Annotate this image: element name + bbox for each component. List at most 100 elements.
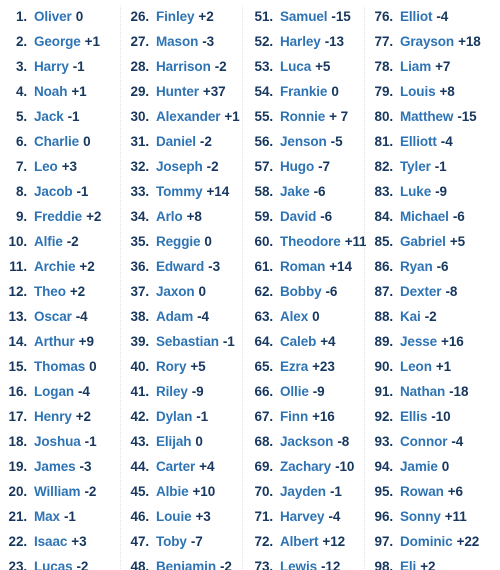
rank-name-link[interactable]: Thomas <box>34 354 85 379</box>
rank-name-link[interactable]: Lewis <box>280 554 317 570</box>
rank-name-link[interactable]: Noah <box>34 79 67 104</box>
rank-name-link[interactable]: Louis <box>400 79 436 104</box>
rank-name-link[interactable]: Riley <box>156 379 188 404</box>
rank-name-link[interactable]: Max <box>34 504 60 529</box>
rank-name-link[interactable]: Sonny <box>400 504 441 529</box>
rank-name-link[interactable]: Lucas <box>34 554 73 570</box>
rank-name-link[interactable]: Jackson <box>280 429 333 454</box>
rank-name-link[interactable]: Theo <box>34 279 66 304</box>
rank-name-link[interactable]: Joseph <box>156 154 203 179</box>
rank-name-link[interactable]: Reggie <box>156 229 201 254</box>
rank-name-link[interactable]: Ryan <box>400 254 433 279</box>
rank-name-link[interactable]: Michael <box>400 204 449 229</box>
rank-name-link[interactable]: Ellis <box>400 404 427 429</box>
rank-name-link[interactable]: Jaxon <box>156 279 195 304</box>
rank-name-link[interactable]: Isaac <box>34 529 67 554</box>
rank-name-link[interactable]: Rory <box>156 354 186 379</box>
rank-name-link[interactable]: Alex <box>280 304 308 329</box>
rank-name-link[interactable]: Elliot <box>400 4 433 29</box>
list-item: 16. Logan -4 <box>0 379 122 404</box>
rank-name-link[interactable]: Adam <box>156 304 193 329</box>
rank-name-link[interactable]: Nathan <box>400 379 445 404</box>
rank-name-link[interactable]: Ollie <box>280 379 309 404</box>
rank-name-link[interactable]: Mason <box>156 29 198 54</box>
rank-name-link[interactable]: Logan <box>34 379 74 404</box>
rank-name-link[interactable]: Arthur <box>34 329 75 354</box>
rank-delta: +37 <box>202 84 226 99</box>
rank-name-link[interactable]: Liam <box>400 54 431 79</box>
rank-name-link[interactable]: Dexter <box>400 279 442 304</box>
rank-name-link[interactable]: James <box>34 454 76 479</box>
rank-name-link[interactable]: Luca <box>280 54 311 79</box>
rank-name-link[interactable]: Elliott <box>400 129 437 154</box>
rank-name-link[interactable]: Arlo <box>156 204 183 229</box>
rank-name-link[interactable]: Ezra <box>280 354 308 379</box>
rank-name-link[interactable]: Archie <box>34 254 76 279</box>
rank-name-link[interactable]: Jamie <box>400 454 438 479</box>
rank-name-link[interactable]: Henry <box>34 404 72 429</box>
rank-name-link[interactable]: Eli <box>400 554 416 570</box>
rank-name-link[interactable]: Harry <box>34 54 69 79</box>
rank-name-link[interactable]: Hugo <box>280 154 314 179</box>
rank-delta: 0 <box>441 459 450 474</box>
rank-name-link[interactable]: Gabriel <box>400 229 446 254</box>
rank-name-link[interactable]: Frankie <box>280 79 327 104</box>
rank-name-link[interactable]: Albert <box>280 529 319 554</box>
rank-name-link[interactable]: Sebastian <box>156 329 219 354</box>
rank-name-link[interactable]: Elijah <box>156 429 192 454</box>
rank-name-link[interactable]: Alexander <box>156 104 220 129</box>
rank-name-link[interactable]: Benjamin <box>156 554 216 570</box>
rank-name-link[interactable]: Luke <box>400 179 431 204</box>
rank-name-link[interactable]: Harrison <box>156 54 211 79</box>
rank-name-link[interactable]: Finn <box>280 404 308 429</box>
rank-number: 58. <box>254 184 274 199</box>
rank-name-link[interactable]: Tyler <box>400 154 431 179</box>
rank-name-link[interactable]: Daniel <box>156 129 196 154</box>
rank-name-link[interactable]: Theodore <box>280 229 341 254</box>
rank-name-link[interactable]: Leo <box>34 154 58 179</box>
rank-name-link[interactable]: Matthew <box>400 104 453 129</box>
rank-name-link[interactable]: Jesse <box>400 329 437 354</box>
rank-name-link[interactable]: Connor <box>400 429 447 454</box>
rank-number: 29. <box>130 84 150 99</box>
rank-name-link[interactable]: Toby <box>156 529 187 554</box>
rank-name-link[interactable]: Charlie <box>34 129 79 154</box>
rank-name-link[interactable]: Zachary <box>280 454 331 479</box>
rank-name-link[interactable]: Jacob <box>34 179 73 204</box>
rank-delta: +8 <box>186 209 202 224</box>
rank-name-link[interactable]: Jake <box>280 179 310 204</box>
rank-name-link[interactable]: George <box>34 29 81 54</box>
rank-name-link[interactable]: Edward <box>156 254 204 279</box>
rank-name-link[interactable]: Albie <box>156 479 189 504</box>
rank-name-link[interactable]: Dylan <box>156 404 192 429</box>
rank-name-link[interactable]: Harvey <box>280 504 325 529</box>
rank-name-link[interactable]: David <box>280 204 316 229</box>
rank-name-link[interactable]: Oscar <box>34 304 72 329</box>
rank-name-link[interactable]: Leon <box>400 354 432 379</box>
rank-name-link[interactable]: Alfie <box>34 229 63 254</box>
rank-name-link[interactable]: Joshua <box>34 429 81 454</box>
rank-name-link[interactable]: Jenson <box>280 129 327 154</box>
rank-name-link[interactable]: Rowan <box>400 479 444 504</box>
rank-name-link[interactable]: Finley <box>156 4 195 29</box>
rank-name-link[interactable]: Grayson <box>400 29 454 54</box>
rank-name-link[interactable]: Jayden <box>280 479 326 504</box>
rank-name-link[interactable]: William <box>34 479 81 504</box>
rank-name-link[interactable]: Dominic <box>400 529 453 554</box>
rank-name-link[interactable]: Bobby <box>280 279 322 304</box>
rank-name-link[interactable]: Caleb <box>280 329 316 354</box>
rank-name-link[interactable]: Tommy <box>156 179 203 204</box>
rank-number: 4. <box>15 84 27 99</box>
rank-name-link[interactable]: Jack <box>34 104 64 129</box>
rank-name-link[interactable]: Oliver <box>34 4 72 29</box>
rank-name-link[interactable]: Ronnie <box>280 104 325 129</box>
rank-name-link[interactable]: Samuel <box>280 4 328 29</box>
rank-name-link[interactable]: Carter <box>156 454 195 479</box>
rank-name-link[interactable]: Louie <box>156 504 192 529</box>
rank-name-link[interactable]: Roman <box>280 254 325 279</box>
rank-delta: +5 <box>449 234 466 249</box>
rank-name-link[interactable]: Harley <box>280 29 321 54</box>
rank-name-link[interactable]: Freddie <box>34 204 82 229</box>
rank-name-link[interactable]: Hunter <box>156 79 199 104</box>
rank-name-link[interactable]: Kai <box>400 304 421 329</box>
